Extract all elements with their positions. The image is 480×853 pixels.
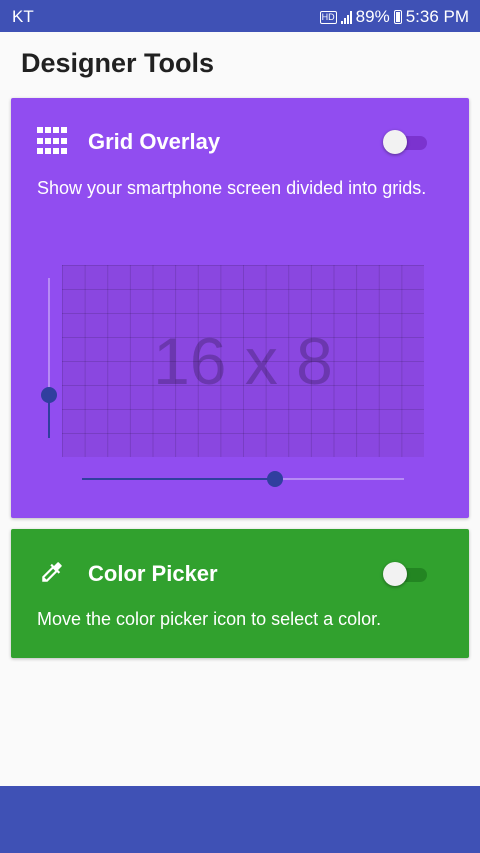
columns-slider-fill: [82, 478, 276, 480]
battery-percent: 89%: [355, 7, 390, 26]
color-picker-description: Move the color picker icon to select a c…: [37, 609, 382, 629]
eyedropper-icon: [42, 562, 62, 582]
signal-icon: [340, 10, 352, 24]
page-title: Designer Tools: [21, 48, 215, 78]
grid-overlay-title: Grid Overlay: [88, 129, 221, 154]
color-picker-toggle-thumb: [383, 562, 407, 586]
grid-overlay-description: Show your smartphone screen divided into…: [37, 178, 427, 198]
status-bar: KT HD 89% 5:36 PM: [0, 0, 480, 32]
grid-size-label: 16 x 8: [153, 324, 333, 398]
battery-icon: [393, 10, 402, 24]
grid-preview: 16 x 8: [62, 265, 424, 457]
clock: 5:36 PM: [405, 7, 469, 26]
color-picker-toggle[interactable]: [383, 561, 429, 587]
grid-overlay-card: Grid Overlay Show your smartphone screen…: [11, 98, 469, 518]
grid-overlay-toggle-thumb: [383, 130, 407, 154]
grid-overlay-toggle[interactable]: [383, 129, 429, 155]
rows-slider-thumb[interactable]: [41, 386, 57, 403]
columns-slider-thumb[interactable]: [267, 471, 284, 487]
bottom-navigation-bar: [0, 786, 480, 853]
status-icons: HD 89% 5:36 PM: [319, 7, 469, 27]
grid-icon: [37, 127, 67, 157]
hd-voice-icon: HD: [319, 10, 337, 24]
color-picker-card: Color Picker Move the color picker icon …: [11, 529, 469, 658]
carrier-name: KT: [12, 7, 34, 26]
color-picker-title: Color Picker: [88, 561, 218, 586]
